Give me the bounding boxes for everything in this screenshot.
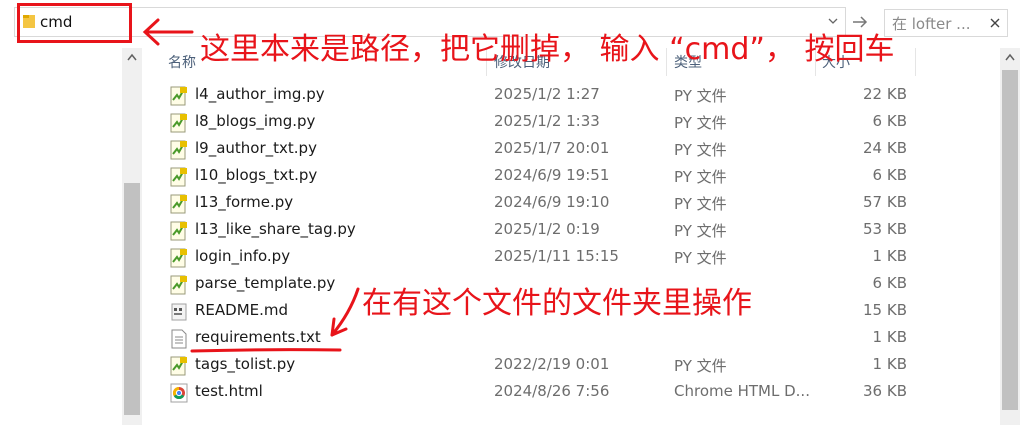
file-size: 22 KB xyxy=(863,85,907,103)
file-date: 2024/6/9 19:10 xyxy=(494,193,610,211)
file-date: 2025/1/11 15:15 xyxy=(494,247,619,265)
file-size: 15 KB xyxy=(863,301,907,319)
file-date: 2025/1/2 0:19 xyxy=(494,220,600,238)
file-size: 6 KB xyxy=(872,166,907,184)
file-name: login_info.py xyxy=(195,247,291,265)
file-date: 2025/1/2 1:33 xyxy=(494,112,600,130)
scroll-up-icon[interactable] xyxy=(126,52,138,62)
file-name: l13_like_share_tag.py xyxy=(195,220,356,238)
text-file-icon xyxy=(170,329,188,349)
file-size: 6 KB xyxy=(872,274,907,292)
file-size: 57 KB xyxy=(863,193,907,211)
scroll-up-icon[interactable] xyxy=(1004,52,1016,62)
file-name: l9_author_txt.py xyxy=(195,139,317,157)
file-date: 2025/1/7 20:01 xyxy=(494,139,610,157)
annotation-arrow-icon xyxy=(330,287,360,337)
file-name: test.html xyxy=(195,382,263,400)
python-file-icon xyxy=(170,140,188,160)
annotation-middle: 在有这个文件的文件夹里操作 xyxy=(362,286,752,321)
file-type: PY 文件 xyxy=(674,168,727,186)
file-row[interactable]: l9_author_txt.py 2025/1/7 20:01 PY 文件 24 KB xyxy=(160,136,920,163)
file-name: tags_tolist.py xyxy=(195,355,296,373)
column-divider[interactable] xyxy=(915,48,916,76)
python-file-icon xyxy=(170,86,188,106)
python-file-icon xyxy=(170,248,188,268)
file-name: l13_forme.py xyxy=(195,193,294,211)
chrome-html-file-icon xyxy=(170,383,188,403)
file-type: Chrome HTML D... xyxy=(674,382,810,400)
column-header-name[interactable]: 名称 xyxy=(168,52,196,72)
file-type: PY 文件 xyxy=(674,114,727,132)
file-type: PY 文件 xyxy=(674,141,727,159)
navigation-scroll-thumb[interactable] xyxy=(124,183,140,415)
file-size: 36 KB xyxy=(863,382,907,400)
file-row[interactable]: l10_blogs_txt.py 2024/6/9 19:51 PY 文件 6 KB xyxy=(160,163,920,190)
python-file-icon xyxy=(170,221,188,241)
annotation-top: 这里本来是路径，把它删掉， 输入 “cmd”， 按回车 xyxy=(200,32,895,67)
file-type: PY 文件 xyxy=(674,195,727,213)
file-type: PY 文件 xyxy=(674,249,727,267)
annotation-arrow-icon xyxy=(142,18,194,46)
file-row[interactable]: test.html 2024/8/26 7:56 Chrome HTML D... 3… xyxy=(160,379,920,406)
file-name: l4_author_img.py xyxy=(195,85,325,103)
file-date: 2024/6/9 19:51 xyxy=(494,166,610,184)
file-type: PY 文件 xyxy=(674,87,727,105)
file-size: 24 KB xyxy=(863,139,907,157)
file-name: requirements.txt xyxy=(195,328,321,346)
search-placeholder[interactable]: 在 lofter ... xyxy=(892,13,970,34)
python-file-icon xyxy=(170,113,188,133)
file-size: 6 KB xyxy=(872,112,907,130)
file-row[interactable]: l8_blogs_img.py 2025/1/2 1:33 PY 文件 6 KB xyxy=(160,109,920,136)
close-icon[interactable] xyxy=(987,15,1003,31)
file-row[interactable]: l13_like_share_tag.py 2025/1/2 0:19 PY 文件 5… xyxy=(160,217,920,244)
file-row[interactable]: l4_author_img.py 2025/1/2 1:27 PY 文件 22 KB xyxy=(160,82,920,109)
python-file-icon xyxy=(170,275,188,295)
file-row[interactable]: login_info.py 2025/1/11 15:15 PY 文件 1 KB xyxy=(160,244,920,271)
python-file-icon xyxy=(170,356,188,376)
navigation-pane[interactable] xyxy=(0,48,122,425)
md-file-icon xyxy=(170,302,188,322)
file-size: 1 KB xyxy=(872,355,907,373)
python-file-icon xyxy=(170,167,188,187)
python-file-icon xyxy=(170,194,188,214)
file-row[interactable]: tags_tolist.py 2022/2/19 0:01 PY 文件 1 KB xyxy=(160,352,920,379)
file-size: 1 KB xyxy=(872,328,907,346)
file-date: 2025/1/2 1:27 xyxy=(494,85,600,103)
annotation-highlight-box xyxy=(17,3,132,43)
file-list-scroll-thumb[interactable] xyxy=(1002,70,1018,410)
file-date: 2024/8/26 7:56 xyxy=(494,382,610,400)
file-name: l10_blogs_txt.py xyxy=(195,166,318,184)
file-date: 2022/2/19 0:01 xyxy=(494,355,610,373)
annotation-underline xyxy=(190,348,342,353)
file-type: PY 文件 xyxy=(674,357,727,375)
file-size: 53 KB xyxy=(863,220,907,238)
file-name: l8_blogs_img.py xyxy=(195,112,316,130)
file-name: README.md xyxy=(195,301,289,319)
file-row[interactable]: l13_forme.py 2024/6/9 19:10 PY 文件 57 KB xyxy=(160,190,920,217)
file-type: PY 文件 xyxy=(674,222,727,240)
file-name: parse_template.py xyxy=(195,274,336,292)
file-size: 1 KB xyxy=(872,247,907,265)
